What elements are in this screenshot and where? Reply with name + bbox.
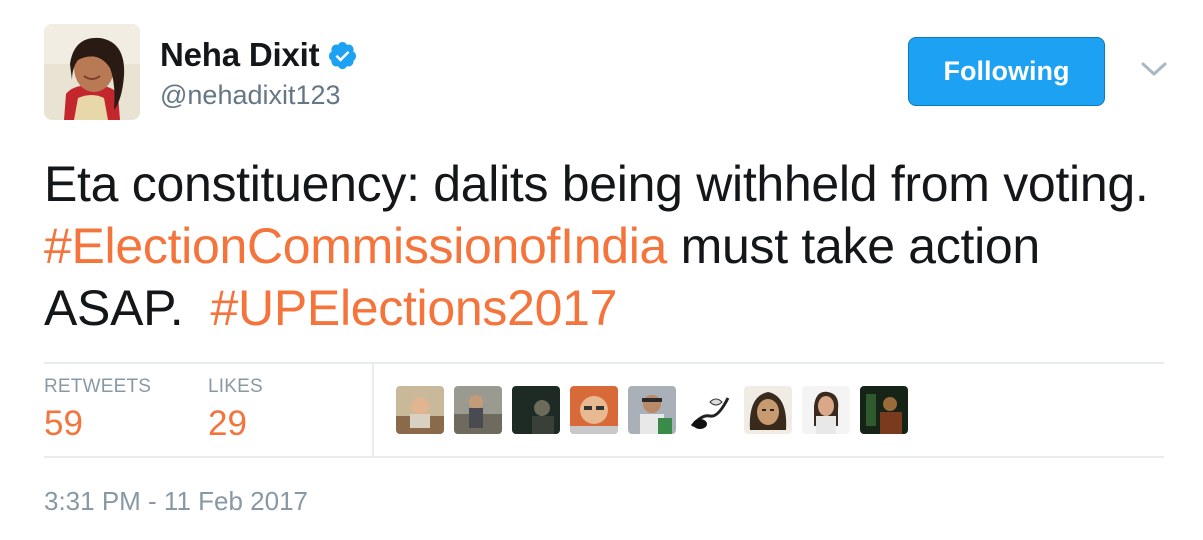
liker-avatar[interactable] [512,386,560,434]
liker-avatar[interactable] [454,386,502,434]
chevron-down-icon[interactable] [1140,58,1168,80]
likes-stat[interactable]: LIKES 29 [208,376,263,444]
retweets-count: 59 [44,404,83,443]
stats-bottom-divider [44,456,1164,458]
tweet-text: Eta constituency: dalits being withheld … [44,153,1164,339]
stats-top-divider [44,362,1164,364]
following-button[interactable]: Following [908,37,1105,106]
hashtag-link-election-commission[interactable]: #ElectionCommissionofIndia [44,218,667,274]
liker-avatar[interactable] [570,386,618,434]
retweets-stat[interactable]: RETWEETS 59 [44,376,151,444]
tweet-timestamp[interactable]: 3:31 PM - 11 Feb 2017 [44,486,308,517]
hashtag-link-upelections[interactable]: #UPElections2017 [211,280,618,336]
author-name-row[interactable]: Neha Dixit [160,36,358,74]
liker-avatar[interactable] [744,386,792,434]
likes-count: 29 [208,404,247,443]
liker-avatar[interactable] [686,386,734,434]
retweets-label: RETWEETS [44,376,152,397]
author-handle[interactable]: @nehadixit123 [160,80,341,111]
author-avatar[interactable] [44,24,140,120]
liker-avatar[interactable] [628,386,676,434]
author-display-name[interactable]: Neha Dixit [160,36,320,74]
likers-avatar-list [396,386,908,434]
stats-vertical-divider [372,364,374,456]
liker-avatar[interactable] [396,386,444,434]
liker-avatar[interactable] [860,386,908,434]
verified-badge-icon [327,40,358,71]
tweet-text-part-1: Eta constituency: dalits being withheld … [44,156,1149,212]
liker-avatar[interactable] [802,386,850,434]
likes-label: LIKES [208,376,263,397]
